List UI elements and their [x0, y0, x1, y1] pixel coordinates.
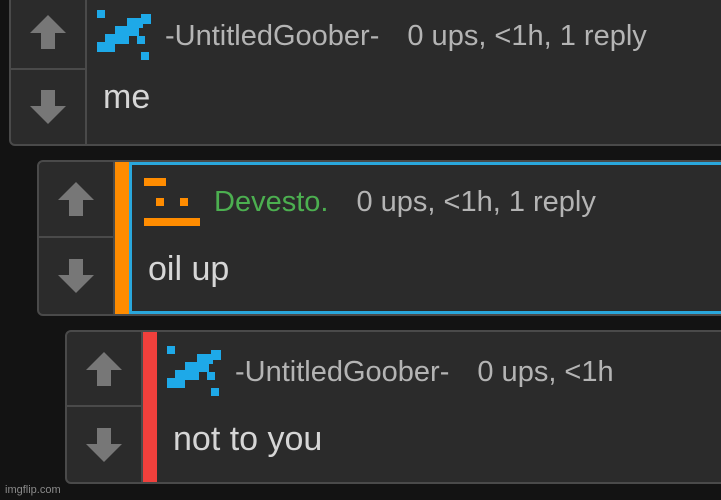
upvote-button[interactable] — [39, 162, 113, 238]
down-arrow-icon — [86, 427, 122, 462]
vote-column — [39, 162, 115, 314]
username[interactable]: -UntitledGoober- — [235, 356, 449, 389]
comment-meta: Devesto. 0 ups, <1h, 1 reply — [132, 174, 721, 230]
comment: Devesto. 0 ups, <1h, 1 reply oil up — [37, 160, 721, 316]
username[interactable]: -UntitledGoober- — [165, 20, 379, 53]
downvote-button[interactable] — [67, 407, 141, 482]
comment: -UntitledGoober- 0 ups, <1h, 1 reply me — [9, 0, 721, 146]
upvote-button[interactable] — [11, 0, 85, 70]
downvote-button[interactable] — [11, 70, 85, 144]
comment-body: -UntitledGoober- 0 ups, <1h not to you — [157, 332, 721, 482]
orange-pixel-avatar-icon[interactable] — [142, 176, 202, 228]
vote-column — [11, 0, 87, 144]
watermark: imgflip.com — [5, 484, 61, 496]
blue-pixel-avatar-icon[interactable] — [167, 346, 223, 398]
username[interactable]: Devesto. — [214, 186, 328, 219]
comment-meta: -UntitledGoober- 0 ups, <1h, 1 reply — [87, 8, 721, 64]
comment-text: me — [103, 78, 151, 116]
comment-stats: 0 ups, <1h — [477, 355, 614, 388]
comment-body: -UntitledGoober- 0 ups, <1h, 1 reply me — [87, 0, 721, 144]
vote-column — [67, 332, 143, 482]
comment-stats: 0 ups, <1h, 1 reply — [407, 19, 647, 52]
comment: -UntitledGoober- 0 ups, <1h not to you — [65, 330, 721, 484]
comment-text: oil up — [148, 250, 230, 288]
comment-level-bar — [143, 332, 157, 482]
down-arrow-icon — [58, 259, 94, 293]
up-arrow-icon — [58, 182, 94, 216]
up-arrow-icon — [30, 15, 66, 49]
up-arrow-icon — [86, 351, 122, 386]
down-arrow-icon — [30, 90, 66, 124]
downvote-button[interactable] — [39, 238, 113, 314]
comment-stats: 0 ups, <1h, 1 reply — [356, 185, 596, 218]
blue-pixel-avatar-icon[interactable] — [97, 10, 153, 62]
comment-level-bar — [115, 162, 129, 314]
comment-text: not to you — [173, 420, 323, 458]
comment-meta: -UntitledGoober- 0 ups, <1h — [157, 344, 721, 400]
upvote-button[interactable] — [67, 332, 141, 407]
comment-body: Devesto. 0 ups, <1h, 1 reply oil up — [132, 162, 721, 314]
